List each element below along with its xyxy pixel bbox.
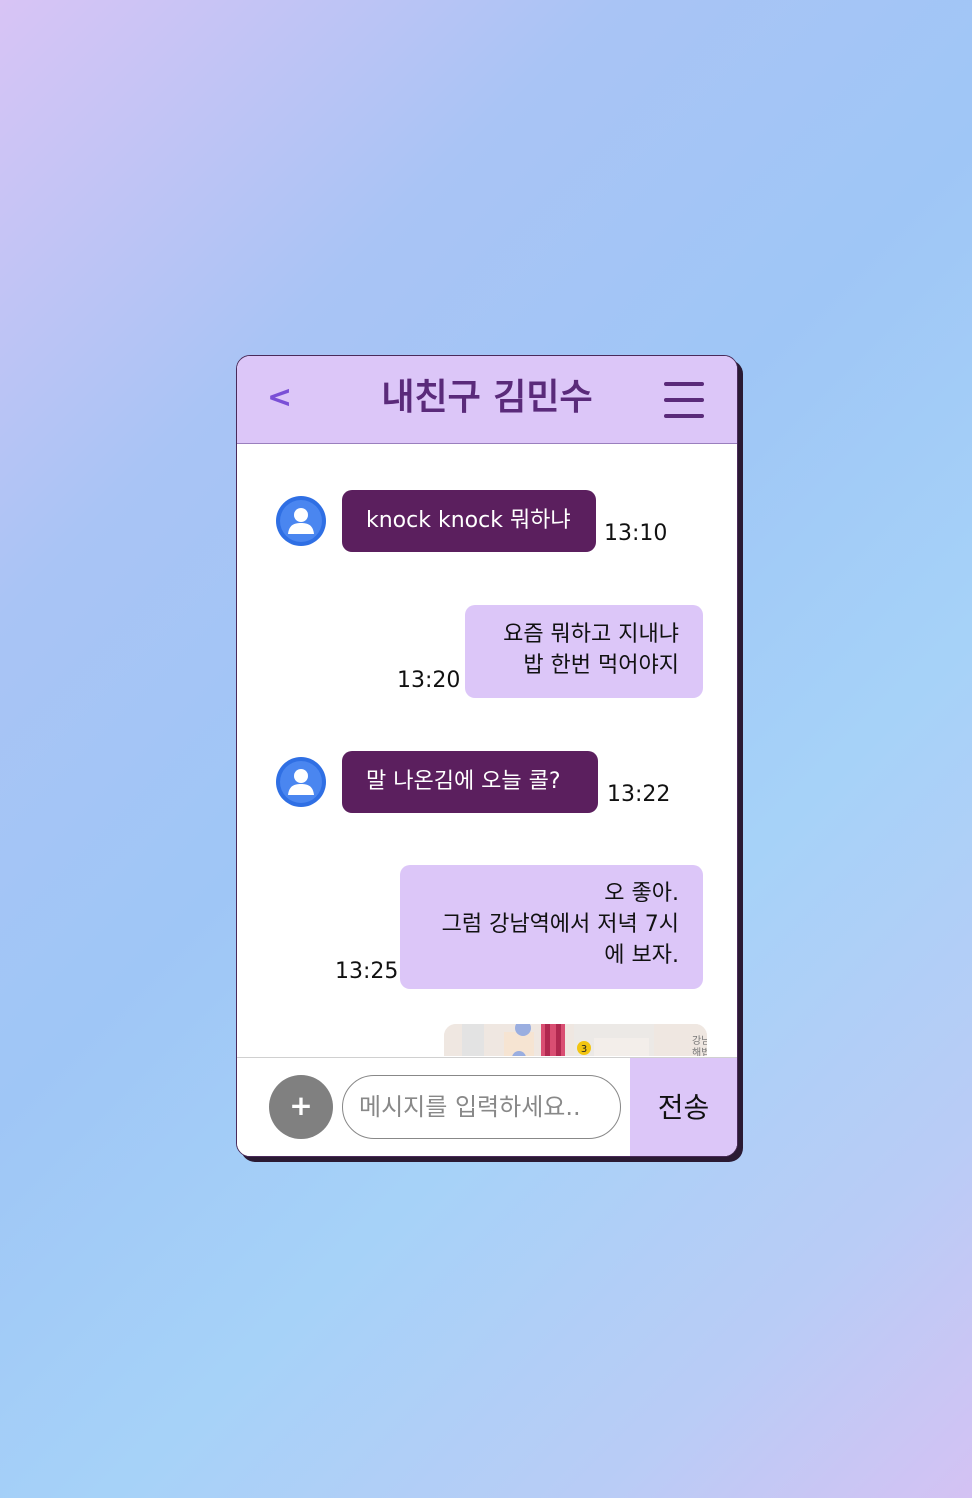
message-composer: + 전송: [237, 1057, 737, 1156]
message-time: 13:22: [607, 782, 671, 807]
svg-text:해법: 해법: [692, 1046, 707, 1056]
message-line: 요즘 뭐하고 지내냐: [503, 622, 679, 647]
incoming-message-bubble: 말 나온김에 오늘 콜?: [342, 751, 598, 813]
message-line: 그럼 강남역에서 저녁 7시: [441, 912, 679, 937]
outgoing-message-bubble: 오 좋아. 그럼 강남역에서 저녁 7시 에 보자.: [400, 865, 703, 989]
message-time: 13:20: [397, 668, 461, 693]
chat-header: < 내친구 김민수: [237, 356, 737, 444]
message-time: 13:25: [335, 959, 399, 984]
message-list[interactable]: knock knock 뭐하냐 13:10 요즘 뭐하고 지내냐 밥 한번 먹어…: [237, 444, 737, 1056]
chat-window: < 내친구 김민수 knock knock 뭐하냐 13:10 요즘 뭐하고 지…: [236, 355, 738, 1157]
avatar-icon: [276, 496, 326, 546]
message-line: 에 보자.: [604, 943, 679, 968]
map-preview-image[interactable]: 3 강남 해법: [444, 1024, 707, 1056]
message-line: 오 좋아.: [604, 881, 679, 906]
incoming-message-bubble: knock knock 뭐하냐: [342, 490, 596, 552]
svg-text:3: 3: [581, 1044, 587, 1055]
chat-title: 내친구 김민수: [381, 377, 593, 418]
send-button[interactable]: 전송: [630, 1058, 737, 1156]
message-time: 13:10: [604, 521, 668, 546]
svg-text:강남: 강남: [692, 1035, 707, 1047]
hamburger-menu-icon[interactable]: [664, 382, 704, 418]
outgoing-message-bubble: 요즘 뭐하고 지내냐 밥 한번 먹어야지: [465, 605, 703, 698]
message-input[interactable]: [342, 1075, 621, 1139]
avatar-icon: [276, 757, 326, 807]
add-attachment-button[interactable]: +: [269, 1075, 333, 1139]
map-icon: 3 강남 해법: [444, 1024, 707, 1056]
message-line: 밥 한번 먹어야지: [523, 653, 679, 678]
